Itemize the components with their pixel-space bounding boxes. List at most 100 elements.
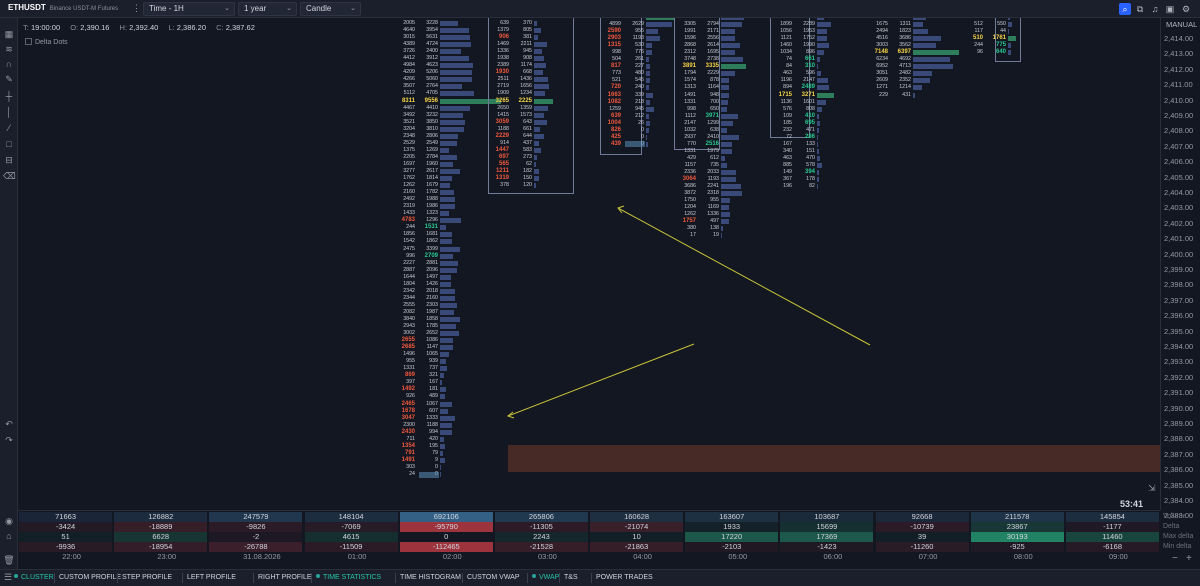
volume-bar — [440, 401, 452, 407]
ask-volume: 1336 — [707, 211, 719, 218]
tab-step-profile[interactable]: STEP PROFILE — [122, 572, 172, 584]
ask-volume: 3971 — [705, 112, 719, 119]
close-marker — [625, 141, 645, 148]
rectangle-icon[interactable]: □ — [3, 138, 15, 150]
tab-power-trades[interactable]: POWER TRADES — [596, 572, 653, 584]
bid-volume: 397 — [406, 379, 415, 386]
tab-custom-profile[interactable]: CUSTOM PROFILE — [59, 572, 121, 584]
volume-bar — [440, 464, 441, 470]
minus-icon[interactable]: − — [1172, 553, 1178, 564]
tab-cluster[interactable]: CLUSTER — [14, 572, 54, 584]
ask-volume: 182 — [523, 167, 532, 174]
undo-icon[interactable]: ↶ — [3, 418, 15, 430]
tab-right-profile[interactable]: RIGHT PROFILE — [258, 572, 312, 584]
symbol-selector[interactable]: ETHUSDT Binance USDT-M Futures — [3, 2, 130, 16]
bid-volume: 1757 — [682, 218, 696, 225]
time-statistics-table: 71663 126882 247579 148104 692106 265806 16062… — [18, 510, 1160, 552]
ask-volume: 4705 — [426, 90, 438, 97]
range-dropdown[interactable]: 1 year ⌄ — [238, 2, 297, 16]
magnet-icon[interactable]: ∩ — [3, 58, 15, 70]
vertical-line-icon[interactable]: │ — [3, 106, 15, 118]
layers-icon[interactable]: ⧉ — [1134, 3, 1146, 15]
scale-mode-label[interactable]: MANUAL — [1166, 20, 1197, 29]
search-icon[interactable]: ⌕ — [1119, 3, 1131, 15]
chart-type-dropdown[interactable]: Candle ⌄ — [300, 2, 361, 16]
bid-volume: 4412 — [403, 55, 415, 62]
camera-icon[interactable]: ▣ — [1164, 3, 1176, 15]
bid-volume: 1909 — [497, 90, 509, 97]
eye-icon[interactable]: ◉ — [3, 515, 15, 527]
ask-volume: 955 — [635, 28, 644, 35]
volume-bar — [721, 99, 728, 105]
ask-volume: 596 — [806, 70, 815, 77]
tab-time-histogram[interactable]: TIME HISTOGRAM — [400, 572, 461, 584]
tab-custom-vwap[interactable]: CUSTOM VWAP — [467, 572, 520, 584]
volume-bar — [817, 85, 829, 91]
timeframe-dropdown[interactable]: Time - 1H ⌄ — [143, 2, 235, 16]
bid-volume: 2650 — [497, 104, 509, 111]
ask-volume: 1497 — [426, 273, 438, 280]
stats-cell: -26788 — [209, 542, 303, 552]
volume-bar — [721, 212, 730, 218]
lock-icon[interactable]: ⌂ — [3, 530, 15, 542]
ask-volume: 4724 — [426, 41, 438, 48]
volume-bar — [440, 112, 463, 118]
trash-icon[interactable]: 🗑 — [3, 554, 15, 566]
stats-cell: -1177 — [1065, 522, 1159, 532]
bid-volume: 1204 — [684, 204, 696, 211]
arrow-line-2[interactable] — [507, 343, 695, 417]
crosshair-icon[interactable]: ┼ — [3, 90, 15, 102]
plus-icon[interactable]: + — [1186, 553, 1192, 564]
ask-volume: 133 — [806, 140, 815, 147]
price-tick-label: 2,410.00 — [1164, 95, 1194, 105]
menu-icon[interactable]: ☰ — [4, 572, 12, 583]
ask-volume: 381 — [523, 34, 532, 41]
volume-bar — [534, 126, 540, 132]
bell-icon[interactable]: ♫ — [1149, 3, 1161, 15]
arrow-line-1[interactable] — [617, 207, 871, 346]
stats-cell: -6168 — [1065, 542, 1159, 552]
bid-volume: 1644 — [403, 273, 415, 280]
close-value: 2,387.62 — [225, 23, 255, 32]
volume-bar — [534, 183, 536, 189]
trend-line-icon[interactable]: ⁄ — [3, 122, 15, 134]
ruler-icon[interactable]: ⊟ — [3, 154, 15, 166]
ask-volume: 650 — [710, 105, 719, 112]
ask-volume: 1681 — [426, 231, 438, 238]
price-tick-label: 2,406.00 — [1164, 157, 1194, 167]
bid-volume: 6952 — [876, 63, 888, 70]
more-options-icon[interactable]: ⋮ — [132, 3, 141, 14]
layers-icon[interactable]: ≋ — [3, 43, 15, 55]
ask-volume: 497 — [710, 218, 719, 225]
fit-screen-icon[interactable]: ⇲ — [1148, 483, 1156, 494]
volume-bar — [440, 42, 471, 48]
price-tick-label: 2,408.00 — [1164, 126, 1194, 136]
bid-volume: 1675 — [876, 21, 888, 28]
indicator-toggle[interactable]: Delta Dots — [25, 38, 68, 46]
bid-volume: 576 — [783, 105, 792, 112]
eraser-icon[interactable]: ⌫ — [3, 170, 16, 182]
tab-left-profile[interactable]: LEFT PROFILE — [187, 572, 236, 584]
layout-icon[interactable]: ▦ — [3, 28, 15, 40]
bid-volume: 96 — [977, 49, 983, 56]
bid-volume: 773 — [612, 70, 621, 77]
tab-time-statistics[interactable]: TIME STATISTICS — [316, 572, 381, 584]
bid-volume: 1542 — [403, 238, 415, 245]
bid-volume: 504 — [612, 56, 621, 63]
tab-t-s[interactable]: T&S — [564, 572, 578, 584]
stats-cell: -9936 — [19, 542, 113, 552]
brush-icon[interactable]: ✎ — [3, 73, 15, 85]
stats-cell: 15699 — [780, 522, 874, 532]
volume-bar — [721, 134, 739, 140]
volume-bar — [721, 43, 740, 49]
settings-icon[interactable]: ⚙ — [1180, 3, 1192, 15]
ask-volume: 227 — [635, 63, 644, 70]
volume-bar — [721, 198, 730, 204]
tab-vwap[interactable]: VWAP — [532, 572, 559, 584]
volume-bar — [440, 176, 452, 182]
redo-icon[interactable]: ↷ — [3, 434, 15, 446]
footprint-chart[interactable]: 2005 3228 4640 3954 3015 5631 4389 4724 3726 2400… — [18, 18, 1160, 510]
volume-bar — [534, 105, 548, 111]
ask-volume: 1269 — [426, 146, 438, 153]
bid-volume: 1375 — [403, 146, 415, 153]
